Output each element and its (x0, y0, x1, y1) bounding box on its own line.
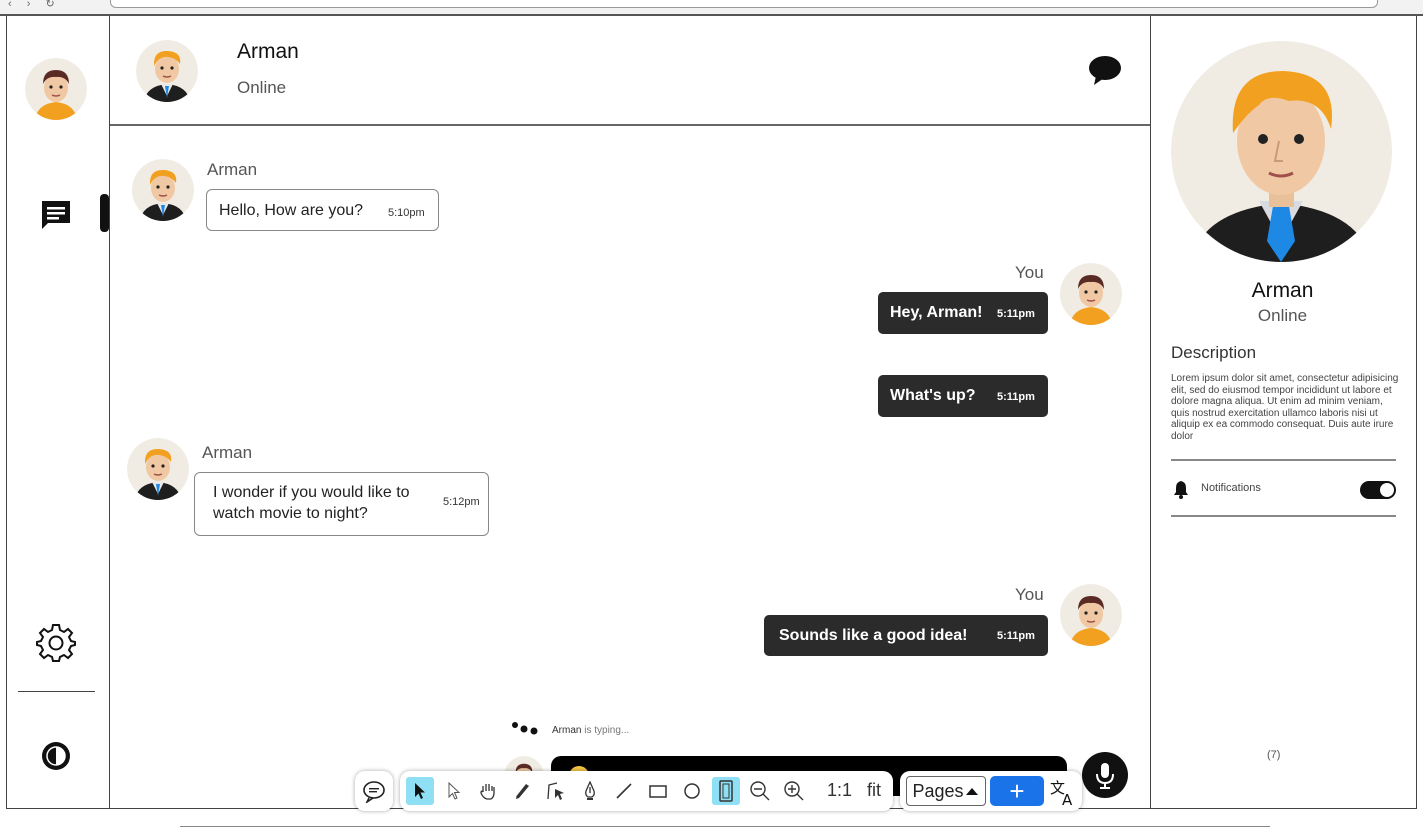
user-avatar[interactable] (25, 58, 87, 120)
ellipse-icon[interactable] (678, 777, 706, 805)
message-bubble[interactable]: Hello, How are you? 5:10pm (206, 189, 439, 231)
notifications-toggle[interactable] (1360, 481, 1396, 499)
message-list: Arman Hello, How are you? 5:10pm You Hey… (110, 128, 1150, 808)
message-time: 5:10pm (388, 207, 425, 219)
sender-avatar[interactable] (127, 438, 189, 500)
sender-name: Arman (207, 160, 258, 179)
sender-name: You (1015, 263, 1044, 282)
select-arrow-icon[interactable] (406, 777, 434, 805)
message-time: 5:12pm (443, 496, 480, 508)
add-page-button[interactable]: + (990, 776, 1044, 806)
my-avatar[interactable] (1060, 263, 1122, 325)
my-avatar[interactable] (1060, 584, 1122, 646)
message-time: 5:11pm (997, 630, 1035, 642)
message-time: 5:11pm (997, 308, 1035, 320)
pen-icon[interactable] (508, 777, 536, 805)
mic-icon (1096, 763, 1114, 789)
description-title: Description (1171, 343, 1257, 362)
svg-text:A: A (1062, 791, 1073, 807)
sender-name: You (1015, 585, 1044, 604)
pages-label: Pages (912, 780, 964, 801)
message-bubble[interactable]: Sounds like a good idea! 5:11pm (764, 615, 1048, 656)
profile-avatar (1171, 41, 1392, 262)
zoom-fit-button[interactable]: fit (867, 780, 881, 801)
rectangle-icon[interactable] (644, 777, 672, 805)
message-bubble[interactable]: What's up? 5:11pm (878, 375, 1048, 417)
zoom-in-icon[interactable] (780, 777, 808, 805)
profile-panel: Arman Online Description Lorem ipsum dol… (1150, 16, 1417, 808)
chat-header: Arman Online (110, 16, 1150, 126)
caret-up-icon (965, 788, 978, 795)
zoom-1to1-button[interactable]: 1:1 (827, 780, 852, 801)
contact-avatar[interactable] (136, 40, 198, 102)
hand-icon[interactable] (474, 777, 502, 805)
path-icon[interactable] (542, 777, 570, 805)
translate-icon[interactable]: 文A (1048, 777, 1078, 809)
toolbar-pages-group: Pages + 文A (900, 771, 1082, 811)
profile-divider (1171, 515, 1396, 517)
message-text-line1: I wonder if you would like to (213, 484, 410, 501)
nav-arrows-icon[interactable]: ‹ › ↻ (8, 0, 61, 10)
chat-icon[interactable] (40, 199, 72, 231)
contrast-icon[interactable] (39, 739, 73, 773)
message-text: Hey, Arman! (890, 304, 983, 321)
pointer-icon[interactable] (440, 777, 468, 805)
message-text: Sounds like a good idea! (779, 627, 968, 644)
item-count: (7) (1267, 749, 1281, 761)
typing-dots-icon (511, 720, 541, 736)
bell-icon (1173, 479, 1189, 499)
typing-status: is typing... (584, 725, 630, 736)
line-icon[interactable] (610, 777, 638, 805)
sender-name: Arman (202, 443, 253, 462)
gear-icon[interactable] (36, 622, 76, 662)
ink-icon[interactable] (576, 777, 604, 805)
bottom-rule (180, 826, 1270, 827)
browser-bar: ‹ › ↻ (0, 0, 1423, 16)
message-text: What's up? (890, 387, 976, 404)
typing-name: Arman (552, 725, 582, 736)
rail-divider (18, 691, 95, 692)
message-text: Hello, How are you? (219, 202, 364, 219)
address-bar[interactable] (110, 0, 1378, 8)
active-nav-indicator (100, 194, 109, 232)
notifications-label: Notifications (1201, 482, 1261, 494)
typing-indicator: Arman is typing... (552, 725, 629, 736)
toolbar-comment-group (355, 771, 393, 811)
description-text: Lorem ipsum dolor sit amet, consectetur … (1171, 373, 1399, 441)
message-text-line2: watch movie to night? (213, 505, 368, 522)
message-bubble[interactable]: I wonder if you would like to watch movi… (194, 472, 489, 536)
message-bubble[interactable]: Hey, Arman! 5:11pm (878, 292, 1048, 334)
sender-avatar[interactable] (132, 159, 194, 221)
pages-button[interactable]: Pages (906, 776, 986, 806)
toggle-knob (1380, 483, 1394, 497)
profile-status: Online (1257, 306, 1308, 325)
chat-bubble-icon[interactable] (1088, 54, 1122, 88)
nav-rail (6, 16, 110, 808)
comment-icon[interactable] (360, 777, 388, 805)
profile-divider (1171, 459, 1396, 461)
message-time: 5:11pm (997, 391, 1035, 403)
contact-status: Online (237, 78, 287, 97)
profile-name: Arman (1251, 279, 1314, 302)
contact-name: Arman (237, 40, 299, 63)
zoom-out-icon[interactable] (746, 777, 774, 805)
page-view-icon[interactable] (712, 777, 740, 805)
toolbar-tools-group: 1:1 fit (400, 771, 893, 811)
mic-button[interactable] (1082, 752, 1128, 798)
